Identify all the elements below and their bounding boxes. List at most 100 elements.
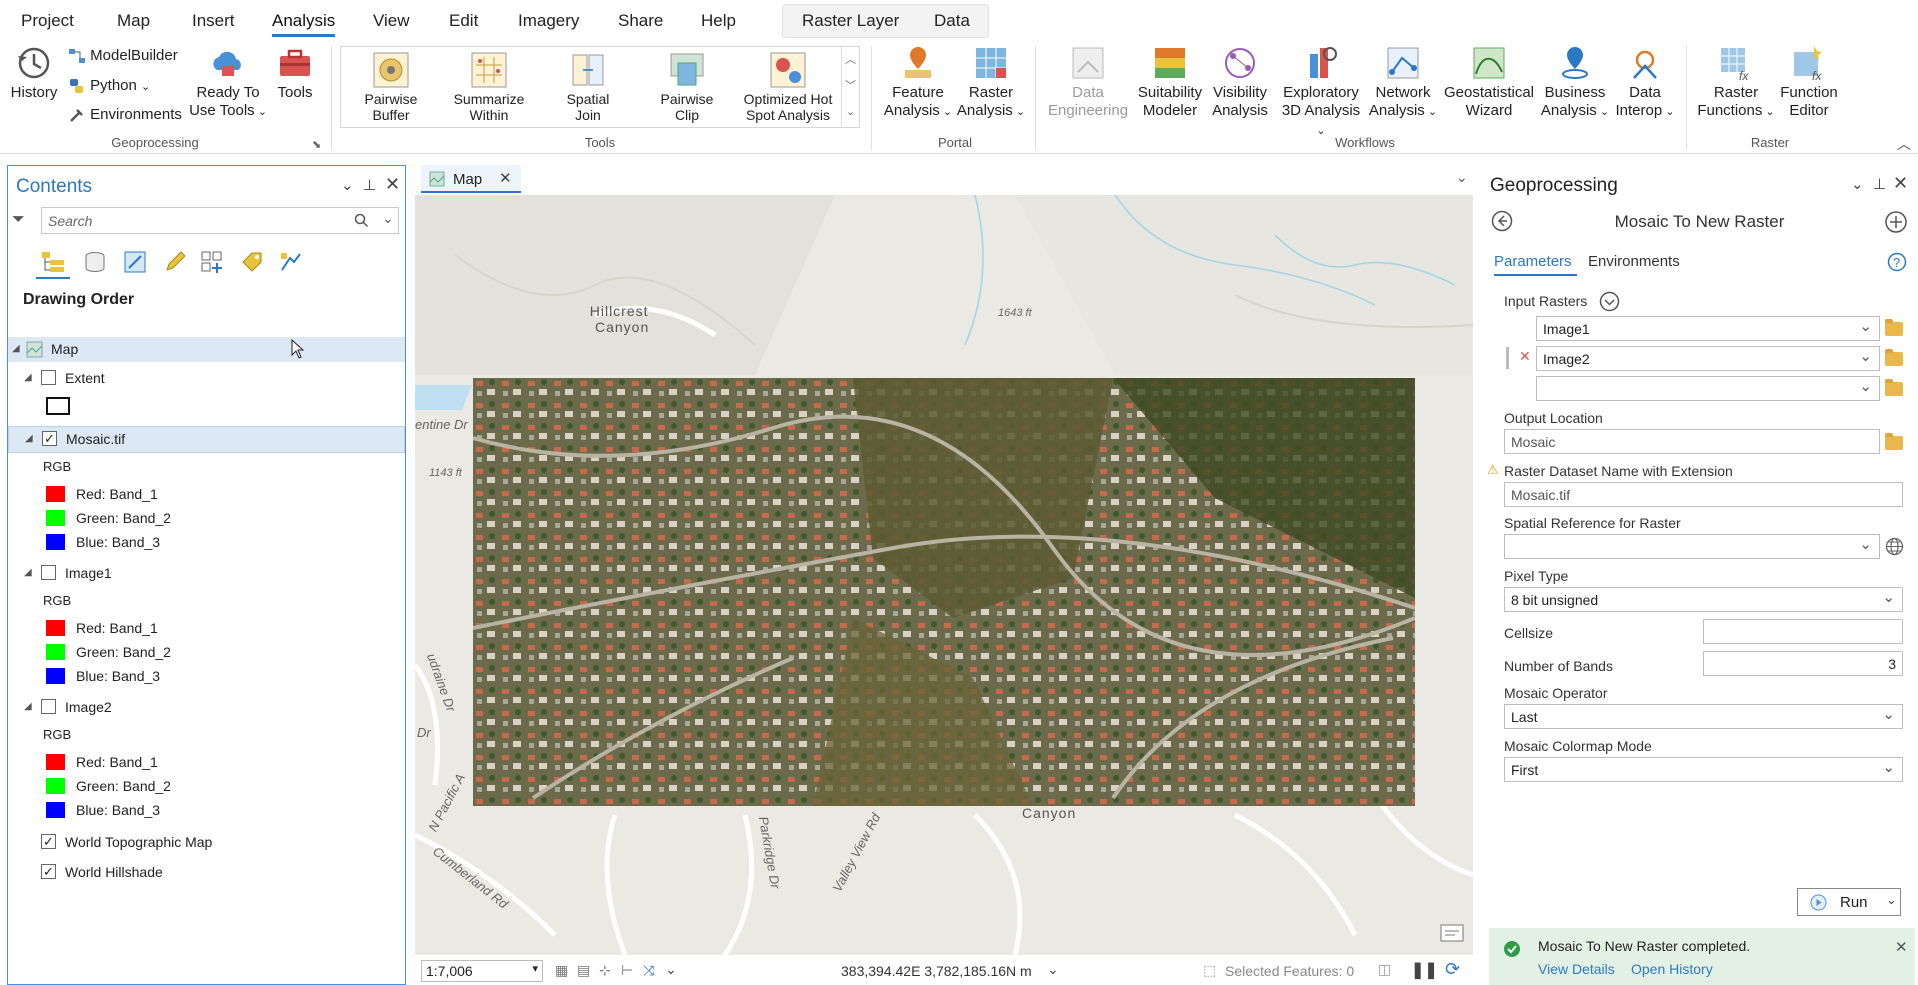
pin-icon[interactable]: ⊥ bbox=[1873, 175, 1886, 193]
tab-environments[interactable]: Environments bbox=[1588, 253, 1680, 270]
scale-dropdown[interactable]: 1:7,006 ▾ bbox=[421, 960, 543, 982]
feature-analysis-button[interactable]: Feature Analysis ⌄ bbox=[880, 44, 956, 121]
close-tab-icon[interactable]: ✕ bbox=[499, 169, 512, 187]
tab-parameters[interactable]: Parameters bbox=[1494, 253, 1572, 270]
measure-icon[interactable]: ⊢ bbox=[621, 962, 633, 979]
band-row[interactable]: Blue: Band_3 bbox=[8, 798, 405, 823]
visibility-analysis-button[interactable]: Visibility Analysis bbox=[1208, 44, 1272, 120]
blue-swatch[interactable] bbox=[46, 802, 65, 818]
environments-button[interactable]: Environments bbox=[68, 106, 182, 123]
band-row[interactable]: Red: Band_1 bbox=[8, 482, 405, 507]
chevron-down-icon[interactable] bbox=[1599, 291, 1620, 312]
green-swatch[interactable] bbox=[46, 644, 65, 660]
tree-item-extent[interactable]: ◢ Extent bbox=[8, 366, 405, 391]
snap-icon[interactable]: ⊹ bbox=[599, 962, 611, 979]
navigate-icon[interactable]: ⤨ bbox=[643, 962, 654, 979]
topographic-checkbox[interactable]: ✓ bbox=[41, 834, 56, 849]
chevron-down-icon[interactable]: ▾ bbox=[532, 962, 538, 975]
tab-help[interactable]: Help bbox=[701, 11, 736, 31]
tab-edit[interactable]: Edit bbox=[449, 11, 478, 31]
dataset-name-field[interactable]: Mosaic.tif bbox=[1504, 482, 1903, 507]
data-engineering-button[interactable]: Data Engineering bbox=[1046, 44, 1130, 120]
table-icon[interactable]: ▤ bbox=[577, 962, 590, 979]
tab-raster-layer[interactable]: Raster Layer bbox=[802, 11, 899, 31]
collapse-icon[interactable]: ◢ bbox=[24, 701, 32, 712]
browse-folder-icon[interactable] bbox=[1885, 379, 1903, 396]
cellsize-field[interactable] bbox=[1703, 619, 1903, 644]
pane-options-icon[interactable]: ⌄ bbox=[1851, 175, 1864, 193]
bands-field[interactable]: 3 bbox=[1703, 651, 1903, 676]
band-row[interactable]: Blue: Band_3 bbox=[8, 530, 405, 555]
tab-analysis[interactable]: Analysis bbox=[272, 11, 336, 37]
input-raster-1[interactable]: Image1 bbox=[1536, 316, 1880, 341]
pixel-type-dropdown[interactable]: 8 bit unsigned bbox=[1504, 587, 1903, 612]
tab-insert[interactable]: Insert bbox=[192, 11, 235, 31]
blue-swatch[interactable] bbox=[46, 668, 65, 684]
hillshade-checkbox[interactable]: ✓ bbox=[41, 864, 56, 879]
geostatistical-wizard-button[interactable]: Geostatistical Wizard bbox=[1440, 44, 1538, 120]
collapse-icon[interactable]: ◢ bbox=[24, 372, 32, 383]
function-editor-button[interactable]: fx Function Editor bbox=[1776, 44, 1842, 120]
chevron-down-icon[interactable]: ﹀ bbox=[845, 80, 856, 92]
network-analysis-button[interactable]: Network Analysis ⌄ bbox=[1366, 44, 1440, 121]
view-details-link[interactable]: View Details bbox=[1538, 961, 1615, 977]
contents-search[interactable]: Search ⌄ bbox=[41, 207, 399, 234]
tab-map[interactable]: Map bbox=[117, 11, 150, 31]
python-dropdown-icon[interactable]: ⌄ bbox=[141, 81, 150, 93]
help-icon[interactable]: ? bbox=[1887, 252, 1907, 272]
tree-item-map[interactable]: ◢ Map bbox=[8, 337, 405, 362]
tree-item-mosaic[interactable]: ◢ ✓ Mosaic.tif bbox=[8, 426, 405, 453]
red-swatch[interactable] bbox=[46, 754, 65, 770]
image2-checkbox[interactable] bbox=[41, 699, 56, 714]
red-swatch[interactable] bbox=[46, 620, 65, 636]
band-row[interactable]: Blue: Band_3 bbox=[8, 664, 405, 689]
colormap-mode-dropdown[interactable]: First bbox=[1504, 757, 1903, 782]
extent-checkbox[interactable] bbox=[41, 370, 56, 385]
tab-data[interactable]: Data bbox=[934, 11, 970, 31]
drawing-order-icon[interactable] bbox=[40, 250, 66, 274]
pairwise-buffer-button[interactable]: Pairwise Buffer bbox=[343, 49, 439, 123]
refresh-icon[interactable]: ⟳ bbox=[1445, 959, 1460, 980]
open-history-link[interactable]: Open History bbox=[1631, 961, 1713, 977]
mosaic-checkbox[interactable]: ✓ bbox=[42, 431, 57, 446]
collapse-ribbon-icon[interactable]: ︿ bbox=[1897, 134, 1911, 154]
snapping-icon[interactable] bbox=[200, 250, 226, 274]
add-icon[interactable] bbox=[1884, 210, 1908, 234]
suitability-modeler-button[interactable]: Suitability Modeler bbox=[1132, 44, 1208, 120]
optimized-hot-spot-button[interactable]: Optimized Hot Spot Analysis bbox=[738, 49, 838, 123]
input-raster-empty[interactable] bbox=[1536, 376, 1880, 401]
filter-icon[interactable]: ⏷ bbox=[12, 211, 25, 229]
green-swatch[interactable] bbox=[46, 778, 65, 794]
selection-icon[interactable] bbox=[123, 250, 147, 274]
blue-swatch[interactable] bbox=[46, 534, 65, 550]
collapse-icon[interactable]: ◢ bbox=[24, 567, 32, 578]
python-button[interactable]: Python ⌄ bbox=[68, 77, 150, 94]
band-row[interactable]: Red: Band_1 bbox=[8, 616, 405, 641]
labeling-icon[interactable] bbox=[240, 250, 264, 274]
collapse-icon[interactable]: ◢ bbox=[12, 343, 20, 354]
close-icon[interactable]: ✕ bbox=[1895, 938, 1908, 956]
dialog-launcher-icon[interactable]: ⬊ bbox=[312, 138, 321, 151]
pin-icon[interactable]: ⊥ bbox=[363, 176, 376, 194]
band-row[interactable]: Red: Band_1 bbox=[8, 750, 405, 775]
run-button[interactable]: Run ⌄ bbox=[1797, 888, 1901, 916]
chevron-down-icon[interactable]: ⌄ bbox=[665, 961, 677, 978]
browse-folder-icon[interactable] bbox=[1885, 349, 1903, 366]
coordinate-options-icon[interactable]: ⌄ bbox=[1047, 961, 1059, 978]
band-row[interactable]: Green: Band_2 bbox=[8, 506, 405, 531]
tree-item-image1[interactable]: ◢ Image1 bbox=[8, 561, 405, 586]
modelbuilder-button[interactable]: ModelBuilder bbox=[68, 47, 178, 64]
grid-icon[interactable]: ▦ bbox=[555, 962, 568, 979]
red-swatch[interactable] bbox=[46, 486, 65, 502]
collapse-icon[interactable]: ◢ bbox=[25, 433, 33, 444]
charts-icon[interactable] bbox=[278, 250, 302, 274]
pairwise-clip-button[interactable]: Pairwise Clip bbox=[639, 49, 735, 123]
green-swatch[interactable] bbox=[46, 510, 65, 526]
editing-icon[interactable] bbox=[163, 250, 187, 274]
data-source-icon[interactable] bbox=[83, 250, 107, 274]
refresh-pane-icon[interactable]: ◫ bbox=[1378, 961, 1391, 978]
tab-view[interactable]: View bbox=[373, 11, 410, 31]
tab-imagery[interactable]: Imagery bbox=[518, 11, 579, 31]
band-row[interactable]: Green: Band_2 bbox=[8, 774, 405, 799]
tree-item-topographic[interactable]: ✓ World Topographic Map bbox=[8, 830, 405, 855]
